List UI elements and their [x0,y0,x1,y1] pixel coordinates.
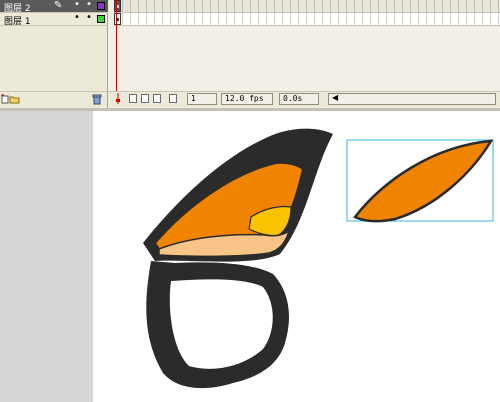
frame-rate-field[interactable]: 12.0 fps [221,93,273,105]
pencil-icon: ✎ [54,0,63,11]
layer-name: 图层 1 [4,17,31,27]
selected-wing-segment [353,139,494,223]
insert-layer-icon[interactable] [1,94,9,104]
layer-outline-color-swatch[interactable] [97,15,105,23]
layer-list: 图层 2 ✎ • • 图层 1 • • [0,0,108,108]
frame-row-layer-2[interactable] [114,0,500,13]
center-frame-icon[interactable] [113,93,123,105]
timeline-panel: 图层 2 ✎ • • 图层 1 • • 1 12.0 fps 0.0s ◀ [0,0,500,108]
stage-canvas[interactable] [93,111,500,402]
add-folder-icon[interactable] [9,94,20,104]
playhead[interactable] [116,0,117,102]
layer-outline-color-swatch[interactable] [97,2,105,10]
elapsed-time-field: 0.0s [279,93,319,105]
lower-wing-outline [146,261,289,389]
pasteboard [0,111,93,402]
visibility-dot-icon[interactable]: • [74,12,80,23]
lock-dot-icon[interactable]: • [86,12,92,23]
lock-dot-icon[interactable]: • [86,0,92,10]
visibility-dot-icon[interactable]: • [74,0,80,10]
layer-toolbar [0,91,108,107]
timeline-horizontal-scrollbar[interactable]: ◀ [328,93,496,105]
trash-icon[interactable] [92,94,102,105]
frame-row-layer-1[interactable] [114,13,500,26]
modify-onion-markers-icon[interactable] [169,94,177,103]
edit-multiple-frames-icon[interactable] [153,94,161,103]
onion-skin-outlines-icon[interactable] [141,94,149,103]
layer-row-1[interactable]: 图层 1 • • [0,12,108,27]
butterfly-wing-artwork[interactable] [93,111,500,402]
current-frame-field: 1 [187,93,217,105]
timeline-status-bar: 1 12.0 fps 0.0s ◀ [108,91,500,107]
scroll-left-icon[interactable]: ◀ [332,93,338,102]
onion-skin-icon[interactable] [129,94,137,103]
